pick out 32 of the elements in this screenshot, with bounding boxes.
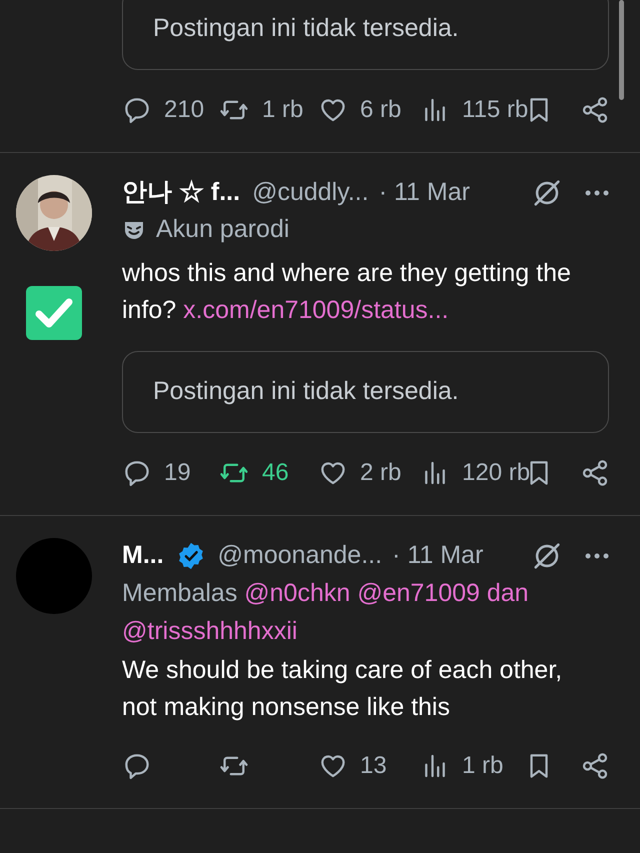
post-time: · 11 Mar xyxy=(378,177,470,208)
view-count: 120 rb xyxy=(462,458,530,488)
link[interactable]: x.com/en71009/status... xyxy=(183,296,449,324)
user-handle: @cuddly... xyxy=(252,177,369,208)
reply-count: 19 xyxy=(164,458,191,488)
unavailable-notice: Postingan ini tidak tersedia. xyxy=(153,13,459,44)
like-count: 13 xyxy=(360,751,387,781)
quoted-post-card[interactable]: Postingan ini tidak tersedia. xyxy=(122,351,609,433)
quoted-post-card[interactable]: Postingan ini tidak tersedia. xyxy=(122,0,609,70)
post-text: whos this and where are they getting the info? x.com/en71009/status... xyxy=(122,258,572,326)
share-icon xyxy=(580,751,610,781)
reply-line: Membalas @n0chkn @en71009 dan @trissshhhhxxii xyxy=(122,578,530,647)
repost-count: 1 rb xyxy=(262,95,304,125)
unavailable-notice: Postingan ini tidak tersedia. xyxy=(153,376,459,408)
view-count: 1 rb xyxy=(462,751,504,781)
display-name[interactable]: M... xyxy=(122,537,164,575)
display-name[interactable]: 안나 ☆ f... xyxy=(122,174,240,212)
scrollbar-thumb[interactable] xyxy=(619,0,624,100)
post-text: We should be taking care of each other, not making nonsense like this xyxy=(122,655,564,723)
more-icon[interactable] xyxy=(584,552,610,560)
view-count: 115 rb xyxy=(462,95,528,125)
like-count: 2 rb xyxy=(360,458,402,488)
more-icon[interactable] xyxy=(584,189,610,197)
post-time: · 11 Mar xyxy=(392,540,484,572)
user-handle: @moonande... xyxy=(218,540,382,572)
parody-label: Akun parodi xyxy=(156,214,290,246)
like-count: 6 rb xyxy=(360,95,402,125)
share-icon xyxy=(580,458,610,488)
check-mark-icon xyxy=(25,285,83,341)
reply-count: 210 xyxy=(164,95,204,125)
repost-count: 46 xyxy=(262,458,289,488)
share-icon xyxy=(580,95,610,125)
